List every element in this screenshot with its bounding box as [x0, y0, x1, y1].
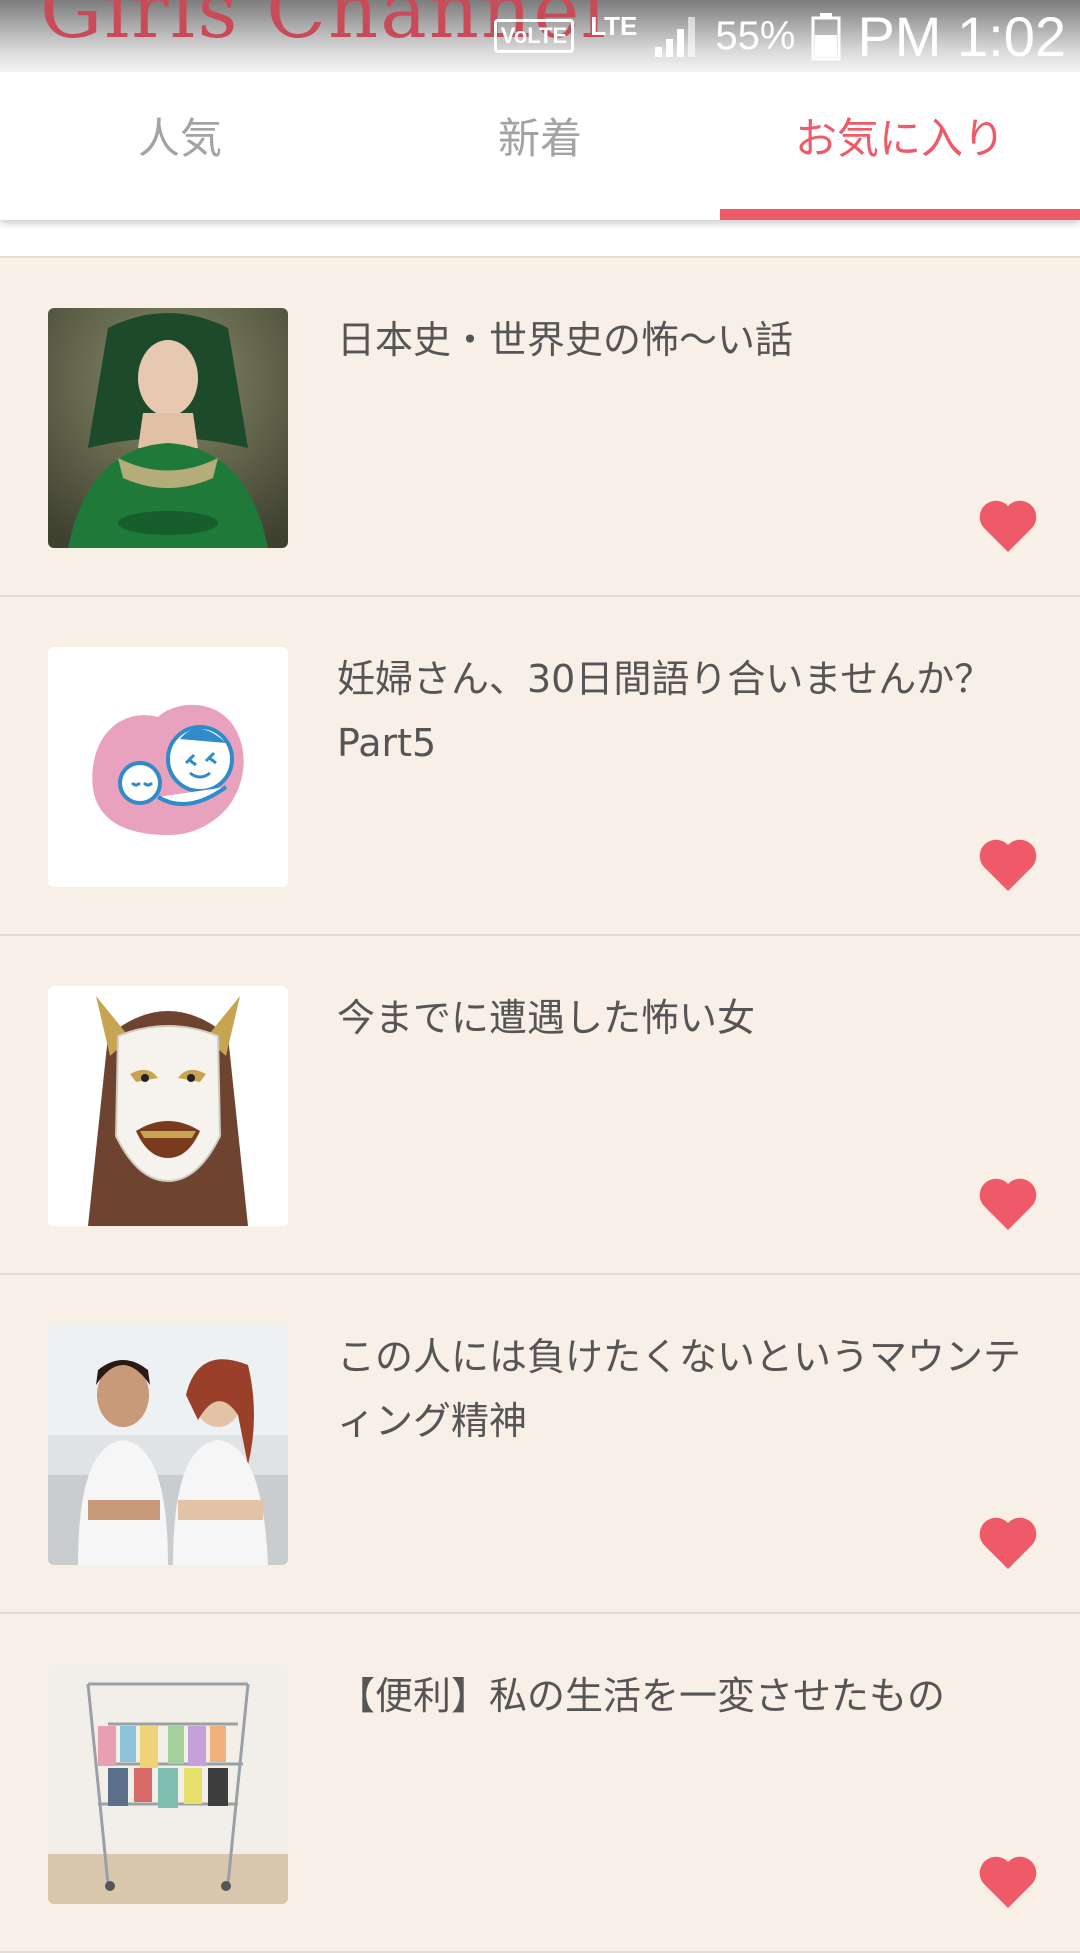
- status-icons: VoLTE LTE 55% PM 1:02: [493, 4, 1066, 68]
- heart-icon[interactable]: [978, 1515, 1038, 1571]
- heart-icon[interactable]: [978, 498, 1038, 554]
- battery-icon: [811, 11, 841, 61]
- item-title: 日本史・世界史の怖〜い話: [337, 318, 794, 362]
- thumbnail-hannya-mask: [48, 986, 288, 1226]
- item-title: この人には負けたくないというマウンティング精神: [337, 1335, 1022, 1443]
- list-top-spacer: [0, 220, 1080, 258]
- thumbnail-two-women: [48, 1325, 288, 1565]
- item-title: 今までに遭遇した怖い女: [337, 996, 756, 1040]
- signal-icon: [653, 13, 699, 59]
- item-title: 【便利】私の生活を一変させたもの: [337, 1674, 946, 1718]
- heart-icon[interactable]: [978, 837, 1038, 893]
- thumbnail-drying-rack: [48, 1664, 288, 1904]
- battery-percent: 55%: [715, 13, 796, 58]
- favorites-list: 日本史・世界史の怖〜い話 妊婦さん、30日間語り合いませんか？Part5 今まで…: [0, 258, 1080, 1953]
- list-item[interactable]: この人には負けたくないというマウンティング精神: [0, 1275, 1080, 1614]
- status-bar: Girls Channel VoLTE LTE 55% PM 1:02: [0, 0, 1080, 72]
- tab-bar: 人気 新着 お気に入り: [0, 72, 1080, 220]
- thumbnail-maternity-mark: [48, 647, 288, 887]
- heart-icon[interactable]: [978, 1854, 1038, 1910]
- thumbnail-woman-green-dress: [48, 308, 288, 548]
- list-item[interactable]: 【便利】私の生活を一変させたもの: [0, 1614, 1080, 1953]
- tab-favorites[interactable]: お気に入り: [720, 72, 1080, 220]
- list-item[interactable]: 今までに遭遇した怖い女: [0, 936, 1080, 1275]
- tab-new[interactable]: 新着: [360, 72, 720, 220]
- list-item[interactable]: 妊婦さん、30日間語り合いませんか？Part5: [0, 597, 1080, 936]
- clock: PM 1:02: [857, 4, 1066, 68]
- list-item[interactable]: 日本史・世界史の怖〜い話: [0, 258, 1080, 597]
- volte-icon: VoLTE: [493, 19, 575, 53]
- tab-popular[interactable]: 人気: [0, 72, 360, 220]
- item-title: 妊婦さん、30日間語り合いませんか？Part5: [337, 657, 993, 765]
- heart-icon[interactable]: [978, 1176, 1038, 1232]
- lte-icon: LTE: [590, 11, 638, 41]
